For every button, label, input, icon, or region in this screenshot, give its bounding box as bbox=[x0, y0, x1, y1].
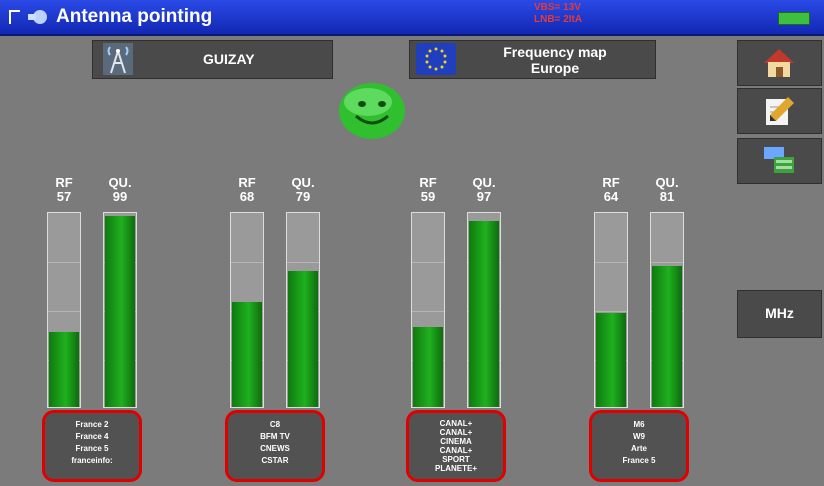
rf-level-bar bbox=[230, 212, 264, 408]
qu-level-bar bbox=[467, 212, 501, 408]
program-name: CANAL+ bbox=[439, 428, 473, 437]
qu-level-bar bbox=[103, 212, 137, 408]
bar-gridline bbox=[48, 262, 80, 263]
qu-level-fill bbox=[652, 266, 682, 407]
qu-label: QU. 81 bbox=[646, 176, 688, 204]
rf-level-bar bbox=[47, 212, 81, 408]
bar-gridline bbox=[595, 262, 627, 263]
qu-level-bar bbox=[650, 212, 684, 408]
rf-value: 59 bbox=[420, 189, 436, 204]
rf-label-text: RF bbox=[602, 175, 620, 190]
qu-label: QU. 99 bbox=[99, 176, 141, 204]
status-line-1: VBS= 13V bbox=[534, 2, 581, 13]
edit-button[interactable] bbox=[737, 88, 822, 134]
rf-value: 68 bbox=[239, 189, 255, 204]
rf-value: 57 bbox=[56, 189, 72, 204]
program-name: France 5 bbox=[75, 444, 109, 453]
edit-icon bbox=[766, 97, 794, 125]
qu-label-text: QU. bbox=[655, 175, 679, 190]
qu-label-text: QU. bbox=[291, 175, 315, 190]
qu-label-text: QU. bbox=[108, 175, 132, 190]
app-icon bbox=[9, 10, 47, 24]
program-name: France 2 bbox=[75, 420, 109, 429]
program-name: BFM TV bbox=[260, 432, 290, 441]
status-line-2: LNB= 2ItA bbox=[534, 14, 583, 25]
qu-label: QU. 79 bbox=[282, 176, 324, 204]
program-list[interactable]: C8 BFM TV CNEWS CSTAR bbox=[225, 410, 325, 482]
program-name: France 4 bbox=[75, 432, 109, 441]
program-name: CANAL+ bbox=[439, 419, 473, 428]
home-button[interactable] bbox=[737, 40, 822, 86]
program-list[interactable]: CANAL+ CANAL+ CINEMA CANAL+ SPORT PLANETE+ bbox=[406, 410, 506, 482]
frequency-map-title: Frequency map bbox=[503, 44, 607, 60]
lnb-status: VBS= 13V LNB= 2ItA bbox=[534, 2, 582, 26]
program-name: CNEWS bbox=[260, 444, 290, 453]
bar-gridline bbox=[412, 262, 444, 263]
antenna-icon bbox=[103, 43, 133, 75]
eu-flag-icon bbox=[416, 43, 456, 75]
rf-value: 64 bbox=[603, 189, 619, 204]
qu-level-fill bbox=[105, 216, 135, 407]
display-mode-icon bbox=[764, 147, 794, 173]
antenna-name: GUIZAY bbox=[203, 51, 255, 67]
rf-label: RF 64 bbox=[590, 176, 632, 204]
mhz-button[interactable]: MHz bbox=[737, 290, 822, 338]
bar-gridline bbox=[412, 311, 444, 312]
program-name: M6 bbox=[633, 420, 645, 429]
rf-label: RF 59 bbox=[407, 176, 449, 204]
frequency-map-region: Europe bbox=[530, 60, 580, 76]
battery-icon bbox=[778, 12, 810, 25]
frequency-map-button[interactable]: Frequency map Europe bbox=[409, 40, 656, 79]
rf-level-bar bbox=[411, 212, 445, 408]
display-mode-button[interactable] bbox=[737, 138, 822, 184]
program-name: franceinfo: bbox=[71, 456, 113, 465]
qu-label-text: QU. bbox=[472, 175, 496, 190]
smiley-icon bbox=[339, 83, 405, 139]
rf-label: RF 68 bbox=[226, 176, 268, 204]
qu-level-fill bbox=[288, 271, 318, 407]
rf-label-text: RF bbox=[419, 175, 437, 190]
home-icon bbox=[764, 49, 794, 77]
rf-label-text: RF bbox=[55, 175, 73, 190]
program-name: CSTAR bbox=[261, 456, 289, 465]
program-name: SPORT bbox=[442, 455, 470, 464]
rf-level-fill bbox=[49, 332, 79, 407]
program-name: CINEMA bbox=[440, 437, 472, 446]
bar-gridline bbox=[595, 311, 627, 312]
program-list[interactable]: France 2 France 4 France 5 franceinfo: bbox=[42, 410, 142, 482]
qu-level-fill bbox=[469, 221, 499, 407]
qu-level-bar bbox=[286, 212, 320, 408]
program-name: CANAL+ bbox=[439, 446, 473, 455]
qu-value: 97 bbox=[476, 189, 492, 204]
program-list[interactable]: M6 W9 Arte France 5 bbox=[589, 410, 689, 482]
bar-gridline bbox=[651, 262, 683, 263]
rf-level-fill bbox=[413, 327, 443, 407]
bar-gridline bbox=[231, 262, 263, 263]
rf-level-fill bbox=[232, 302, 262, 407]
program-name: PLANETE+ bbox=[434, 464, 477, 473]
rf-label-text: RF bbox=[238, 175, 256, 190]
antenna-selector-button[interactable]: GUIZAY bbox=[92, 40, 333, 79]
title-bar: Antenna pointing VBS= 13V LNB= 2ItA bbox=[0, 0, 824, 36]
bar-gridline bbox=[48, 311, 80, 312]
qu-value: 99 bbox=[112, 189, 128, 204]
program-name: C8 bbox=[269, 420, 281, 429]
program-name: Arte bbox=[630, 444, 647, 453]
program-name: W9 bbox=[633, 432, 645, 441]
window-title: Antenna pointing bbox=[56, 6, 213, 27]
mhz-label: MHz bbox=[765, 305, 794, 321]
qu-value: 79 bbox=[295, 189, 311, 204]
frequency-map-label: Frequency map Europe bbox=[500, 44, 610, 76]
qu-value: 81 bbox=[659, 189, 675, 204]
rf-label: RF 57 bbox=[43, 176, 85, 204]
qu-label: QU. 97 bbox=[463, 176, 505, 204]
rf-level-fill bbox=[596, 313, 626, 407]
bar-gridline bbox=[287, 262, 319, 263]
program-name: France 5 bbox=[622, 456, 656, 465]
rf-level-bar bbox=[594, 212, 628, 408]
